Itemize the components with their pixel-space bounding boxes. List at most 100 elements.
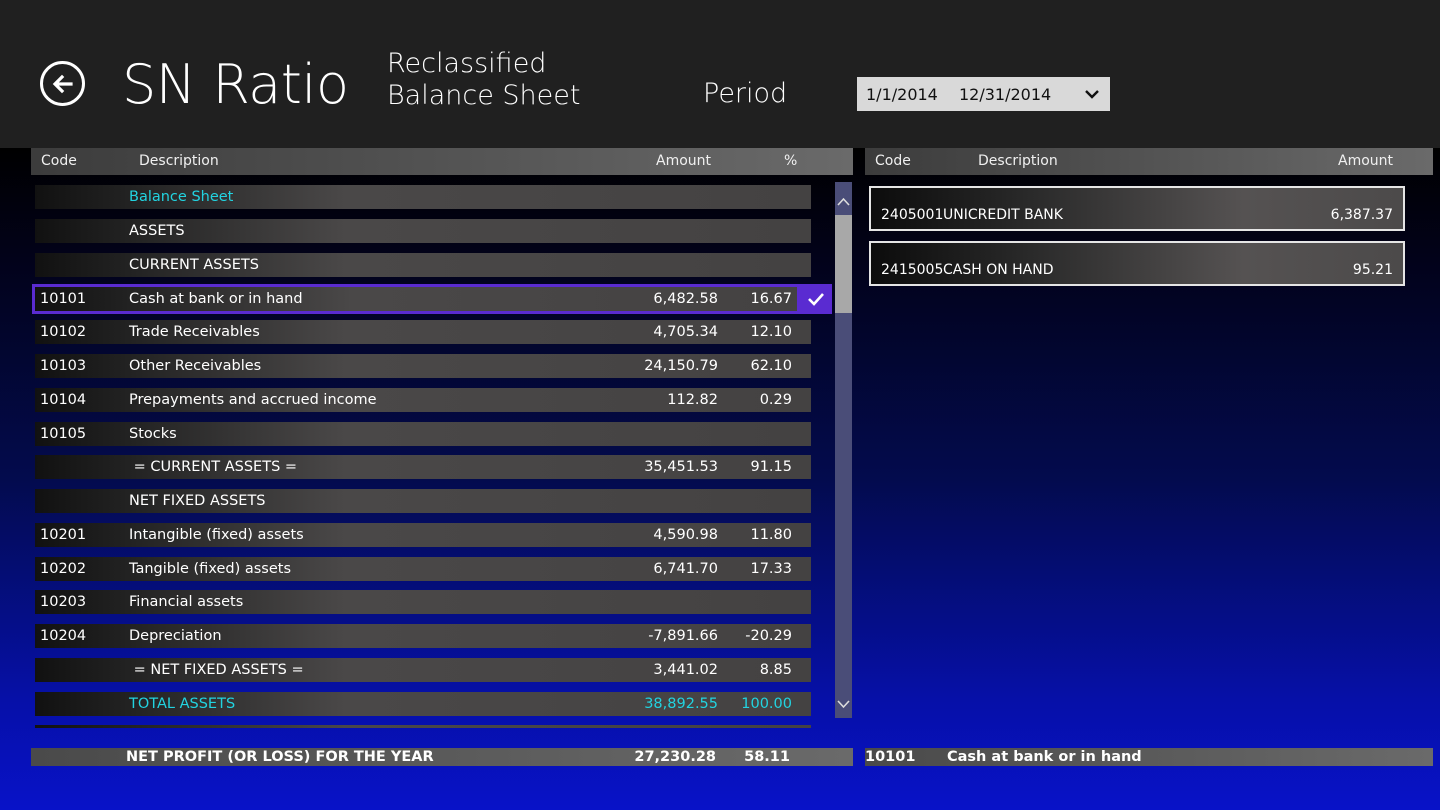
row-percent: 91.15 bbox=[750, 459, 792, 475]
table-row[interactable]: ASSETS bbox=[35, 219, 811, 243]
row-description: Balance Sheet bbox=[129, 189, 234, 205]
checkmark-icon bbox=[808, 293, 824, 306]
row-description: Stocks bbox=[129, 426, 177, 442]
row-code: 10204 bbox=[40, 628, 87, 644]
left-table-header: Code Description Amount % bbox=[31, 148, 853, 175]
col-code: Code bbox=[41, 153, 77, 169]
net-profit-footer: NET PROFIT (OR LOSS) FOR THE YEAR 27,230… bbox=[31, 748, 853, 766]
row-description: Prepayments and accrued income bbox=[129, 392, 377, 408]
detail-list-item[interactable]: 2415005 CASH ON HAND 95.21 bbox=[869, 241, 1405, 286]
table-row[interactable]: = CURRENT ASSETS = 35,451.53 91.15 bbox=[35, 455, 811, 479]
row-percent: 16.67 bbox=[750, 291, 792, 307]
row-description: = NET FIXED ASSETS = bbox=[129, 662, 304, 678]
back-button[interactable] bbox=[40, 61, 85, 106]
table-row[interactable]: 10203 Financial assets bbox=[35, 590, 811, 614]
col-amount: Amount bbox=[656, 153, 712, 169]
row-description: Intangible (fixed) assets bbox=[129, 527, 304, 543]
row-percent: 17.33 bbox=[750, 561, 792, 577]
row-code: 10101 bbox=[40, 291, 87, 307]
row-percent: 0.29 bbox=[759, 392, 792, 408]
row-code: 10104 bbox=[40, 392, 87, 408]
table-row[interactable]: = NET FIXED ASSETS = 3,441.02 8.85 bbox=[35, 658, 811, 682]
row-amount: 4,590.98 bbox=[653, 527, 718, 543]
table-row-partial bbox=[35, 725, 811, 728]
table-row-selected[interactable]: 10101 Cash at bank or in hand 6,482.58 1… bbox=[32, 284, 832, 314]
row-percent: -20.29 bbox=[745, 628, 792, 644]
table-row[interactable]: 10204 Depreciation -7,891.66 -20.29 bbox=[35, 624, 811, 648]
app-header: SN Ratio Reclassified Balance Sheet Peri… bbox=[0, 0, 1440, 148]
row-description: Tangible (fixed) assets bbox=[129, 561, 291, 577]
right-table-header: Code Description Amount bbox=[865, 148, 1433, 175]
table-row[interactable]: 10102 Trade Receivables 4,705.34 12.10 bbox=[35, 320, 811, 344]
row-percent: 11.80 bbox=[750, 527, 792, 543]
row-code: 10105 bbox=[40, 426, 87, 442]
chevron-down-icon[interactable] bbox=[837, 698, 850, 710]
period-to: 12/31/2014 bbox=[959, 85, 1052, 104]
table-row[interactable]: TOTAL ASSETS 38,892.55 100.00 bbox=[35, 692, 811, 716]
report-title: Reclassified Balance Sheet bbox=[387, 48, 581, 111]
table-row[interactable]: 10202 Tangible (fixed) assets 6,741.70 1… bbox=[35, 557, 811, 581]
row-amount: 4,705.34 bbox=[653, 324, 718, 340]
row-code: 10203 bbox=[40, 594, 87, 610]
detail-description: UNICREDIT BANK bbox=[943, 207, 1063, 223]
app-title: SN Ratio bbox=[122, 53, 349, 116]
row-description: = CURRENT ASSETS = bbox=[129, 459, 298, 475]
row-code: 10201 bbox=[40, 527, 87, 543]
row-description: ASSETS bbox=[129, 223, 185, 239]
row-percent: 100.00 bbox=[741, 696, 792, 712]
table-row[interactable]: NET FIXED ASSETS bbox=[35, 489, 811, 513]
footer-description: Cash at bank or in hand bbox=[947, 749, 1142, 765]
row-description: Depreciation bbox=[129, 628, 222, 644]
table-row[interactable]: 10105 Stocks bbox=[35, 422, 811, 446]
vertical-scrollbar[interactable] bbox=[835, 182, 852, 718]
row-code: 10202 bbox=[40, 561, 87, 577]
row-amount: 6,482.58 bbox=[653, 291, 718, 307]
detail-amount: 6,387.37 bbox=[1330, 207, 1393, 223]
back-arrow-icon bbox=[52, 74, 73, 93]
col-percent: % bbox=[784, 153, 798, 169]
row-percent: 12.10 bbox=[750, 324, 792, 340]
period-from: 1/1/2014 bbox=[866, 85, 938, 104]
row-code: 10103 bbox=[40, 358, 87, 374]
row-description: Financial assets bbox=[129, 594, 244, 610]
period-label: Period bbox=[703, 78, 788, 109]
scrollbar-thumb[interactable] bbox=[835, 215, 852, 313]
chevron-down-icon bbox=[1085, 90, 1099, 99]
row-description: Cash at bank or in hand bbox=[129, 291, 303, 307]
row-amount: 6,741.70 bbox=[653, 561, 718, 577]
detail-code: 2415005 bbox=[881, 262, 944, 278]
row-amount: 38,892.55 bbox=[644, 696, 718, 712]
col-code: Code bbox=[875, 153, 911, 169]
row-amount: 24,150.79 bbox=[644, 358, 718, 374]
detail-amount: 95.21 bbox=[1352, 262, 1393, 278]
table-row[interactable]: 10103 Other Receivables 24,150.79 62.10 bbox=[35, 354, 811, 378]
col-description: Description bbox=[978, 153, 1058, 169]
footer-code: 10101 bbox=[865, 749, 916, 765]
row-percent: 62.10 bbox=[750, 358, 792, 374]
table-row[interactable]: 10201 Intangible (fixed) assets 4,590.98… bbox=[35, 523, 811, 547]
row-description: Trade Receivables bbox=[129, 324, 260, 340]
footer-label: NET PROFIT (OR LOSS) FOR THE YEAR bbox=[126, 749, 434, 765]
chevron-up-icon[interactable] bbox=[837, 196, 850, 208]
footer-percent: 58.11 bbox=[744, 749, 790, 765]
row-description: CURRENT ASSETS bbox=[129, 257, 259, 273]
row-description: TOTAL ASSETS bbox=[129, 696, 236, 712]
detail-list-item[interactable]: 2405001 UNICREDIT BANK 6,387.37 bbox=[869, 186, 1405, 231]
row-description: Other Receivables bbox=[129, 358, 262, 374]
selected-account-footer: 10101 Cash at bank or in hand bbox=[865, 748, 1433, 766]
table-row[interactable]: CURRENT ASSETS bbox=[35, 253, 811, 277]
row-amount: -7,891.66 bbox=[648, 628, 718, 644]
row-description: NET FIXED ASSETS bbox=[129, 493, 266, 509]
col-amount: Amount bbox=[1338, 153, 1394, 169]
row-amount: 112.82 bbox=[667, 392, 718, 408]
table-row[interactable]: Balance Sheet bbox=[35, 185, 811, 209]
period-dropdown[interactable]: 1/1/2014 12/31/2014 bbox=[857, 77, 1110, 111]
table-row[interactable]: 10104 Prepayments and accrued income 112… bbox=[35, 388, 811, 412]
row-code: 10102 bbox=[40, 324, 87, 340]
row-amount: 3,441.02 bbox=[653, 662, 718, 678]
footer-amount: 27,230.28 bbox=[634, 749, 716, 765]
detail-description: CASH ON HAND bbox=[943, 262, 1054, 278]
detail-code: 2405001 bbox=[881, 207, 944, 223]
row-percent: 8.85 bbox=[759, 662, 792, 678]
col-description: Description bbox=[139, 153, 219, 169]
